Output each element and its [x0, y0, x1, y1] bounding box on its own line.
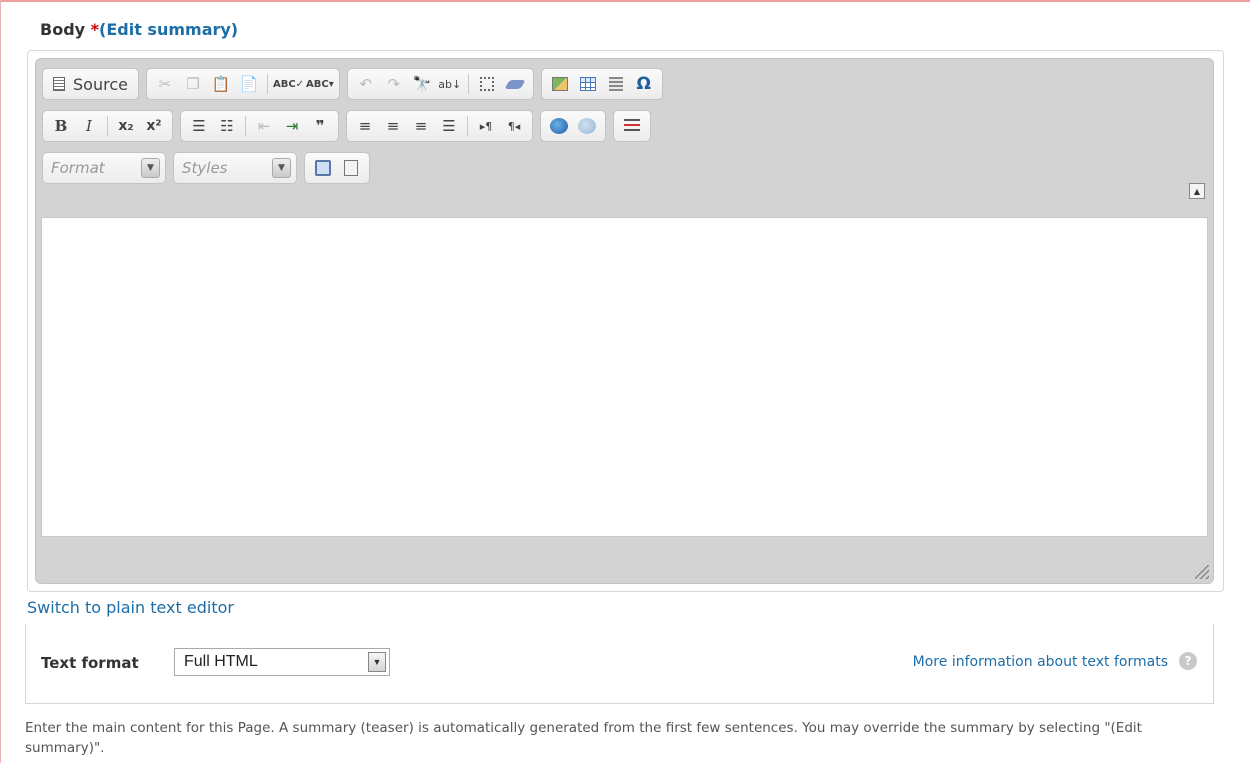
link-group: [540, 110, 606, 142]
chevron-down-icon: ▼: [272, 158, 291, 178]
paste-icon[interactable]: 📋: [207, 71, 235, 97]
styles-combo[interactable]: Styles ▼: [173, 152, 297, 184]
subscript-icon[interactable]: x₂: [112, 113, 140, 139]
body-field-label: Body *(Edit summary): [40, 20, 238, 39]
spellcheck-icon[interactable]: ABC✓: [272, 71, 305, 97]
align-right-icon[interactable]: ≡: [407, 113, 435, 139]
maximize-icon[interactable]: [309, 155, 337, 181]
switch-to-plain-text-link[interactable]: Switch to plain text editor: [27, 598, 234, 617]
format-combo[interactable]: Format ▼: [42, 152, 166, 184]
blockquote-icon[interactable]: ❞: [306, 113, 334, 139]
insert-group: Ω: [540, 68, 663, 100]
special-char-icon[interactable]: Ω: [630, 71, 658, 97]
top-border: [0, 0, 1250, 2]
copy-icon[interactable]: ❐: [179, 71, 207, 97]
edit-summary-link[interactable]: (Edit summary): [99, 20, 238, 39]
replace-icon[interactable]: ab↓: [436, 71, 464, 97]
text-format-label: Text format: [41, 654, 139, 672]
left-border: [0, 0, 1, 763]
separator: [266, 74, 268, 94]
show-blocks-icon[interactable]: [337, 155, 365, 181]
ltr-icon[interactable]: ▸¶: [472, 113, 500, 139]
toolbar-row-2: B I x₂ x² ☰ ☷ ⇤ ⇥ ❞ ≡ ≡ ≡ ☰ ▸¶ ¶◂: [42, 109, 658, 143]
image-icon[interactable]: [546, 71, 574, 97]
unlink-glyph: [578, 118, 596, 134]
align-group: ≡ ≡ ≡ ☰ ▸¶ ¶◂: [346, 110, 533, 142]
styles-combo-text: Styles: [182, 159, 228, 177]
image-glyph: [551, 77, 568, 91]
editor-content-area[interactable]: [41, 217, 1208, 537]
redo-icon[interactable]: ↷: [380, 71, 408, 97]
indent-icon[interactable]: ⇥: [278, 113, 306, 139]
basic-styles-group: B I x₂ x²: [42, 110, 173, 142]
select-all-icon[interactable]: [473, 71, 501, 97]
select-all-glyph: [479, 77, 494, 91]
superscript-icon[interactable]: x²: [140, 113, 168, 139]
find-icon[interactable]: 🔭: [408, 71, 436, 97]
source-icon: [53, 77, 65, 91]
outdent-icon[interactable]: ⇤: [250, 113, 278, 139]
body-label-text: Body: [40, 20, 86, 39]
source-label: Source: [73, 74, 128, 94]
maximize-glyph: [315, 160, 331, 176]
remove-format-icon[interactable]: [501, 71, 529, 97]
help-icon[interactable]: ?: [1179, 652, 1197, 670]
toolbar-row-3: Format ▼ Styles ▼: [42, 151, 377, 185]
bulleted-list-icon[interactable]: ☷: [213, 113, 241, 139]
toolbar-row-1: Source ✂ ❐ 📋 📄 ABC✓ ABC▾ ↶ ↷ 🔭 ab↓ Ω: [42, 67, 670, 101]
table-glyph: [579, 77, 596, 91]
separator: [107, 116, 108, 136]
separator: [467, 116, 468, 136]
bold-icon[interactable]: B: [47, 113, 75, 139]
field-description: Enter the main content for this Page. A …: [25, 720, 1142, 756]
chevron-down-icon: ▼: [368, 652, 386, 672]
unlink-icon[interactable]: [573, 113, 601, 139]
required-marker: *: [90, 20, 100, 39]
list-group: ☰ ☷ ⇤ ⇥ ❞: [180, 110, 339, 142]
more-info-text-formats-link[interactable]: More information about text formats: [913, 654, 1168, 670]
horizontal-rule-icon[interactable]: [602, 71, 630, 97]
editor-chrome: Source ✂ ❐ 📋 📄 ABC✓ ABC▾ ↶ ↷ 🔭 ab↓ Ω B I…: [35, 58, 1214, 584]
separator: [467, 74, 469, 94]
undo-icon[interactable]: ↶: [352, 71, 380, 97]
eraser-glyph: [504, 79, 526, 89]
justify-icon[interactable]: ☰: [435, 113, 463, 139]
separator: [245, 116, 246, 136]
clipboard-group: ✂ ❐ 📋 📄 ABC✓ ABC▾: [145, 68, 340, 100]
source-group: Source: [42, 68, 139, 100]
text-format-select[interactable]: Full HTML ▼: [174, 648, 390, 676]
toolbar-collapse-button[interactable]: ▲: [1189, 183, 1205, 199]
numbered-list-icon[interactable]: ☰: [185, 113, 213, 139]
format-combo-text: Format: [51, 159, 105, 177]
source-button[interactable]: Source: [47, 71, 134, 97]
pagebreak-glyph: [624, 119, 640, 133]
cut-icon[interactable]: ✂: [151, 71, 179, 97]
link-icon[interactable]: [545, 113, 573, 139]
rtl-icon[interactable]: ¶◂: [500, 113, 528, 139]
align-left-icon[interactable]: ≡: [351, 113, 379, 139]
show-blocks-glyph: [344, 160, 358, 176]
pagebreak-group: [613, 110, 651, 142]
spellcheck-as-you-type-icon[interactable]: ABC▾: [305, 71, 335, 97]
align-center-icon[interactable]: ≡: [379, 113, 407, 139]
resize-handle-icon[interactable]: [1195, 565, 1209, 579]
rich-text-editor: Source ✂ ❐ 📋 📄 ABC✓ ABC▾ ↶ ↷ 🔭 ab↓ Ω B I…: [27, 50, 1224, 592]
chevron-down-icon: ▼: [141, 158, 160, 178]
text-format-box: Text format Full HTML ▼ More information…: [25, 624, 1214, 704]
paste-from-word-icon[interactable]: 📄: [235, 71, 263, 97]
view-group: [304, 152, 370, 184]
hr-glyph: [608, 77, 623, 91]
text-format-selected: Full HTML: [184, 653, 258, 670]
table-icon[interactable]: [574, 71, 602, 97]
italic-icon[interactable]: I: [75, 113, 103, 139]
link-glyph: [550, 118, 568, 134]
undo-find-group: ↶ ↷ 🔭 ab↓: [346, 68, 534, 100]
page-break-icon[interactable]: [618, 113, 646, 139]
